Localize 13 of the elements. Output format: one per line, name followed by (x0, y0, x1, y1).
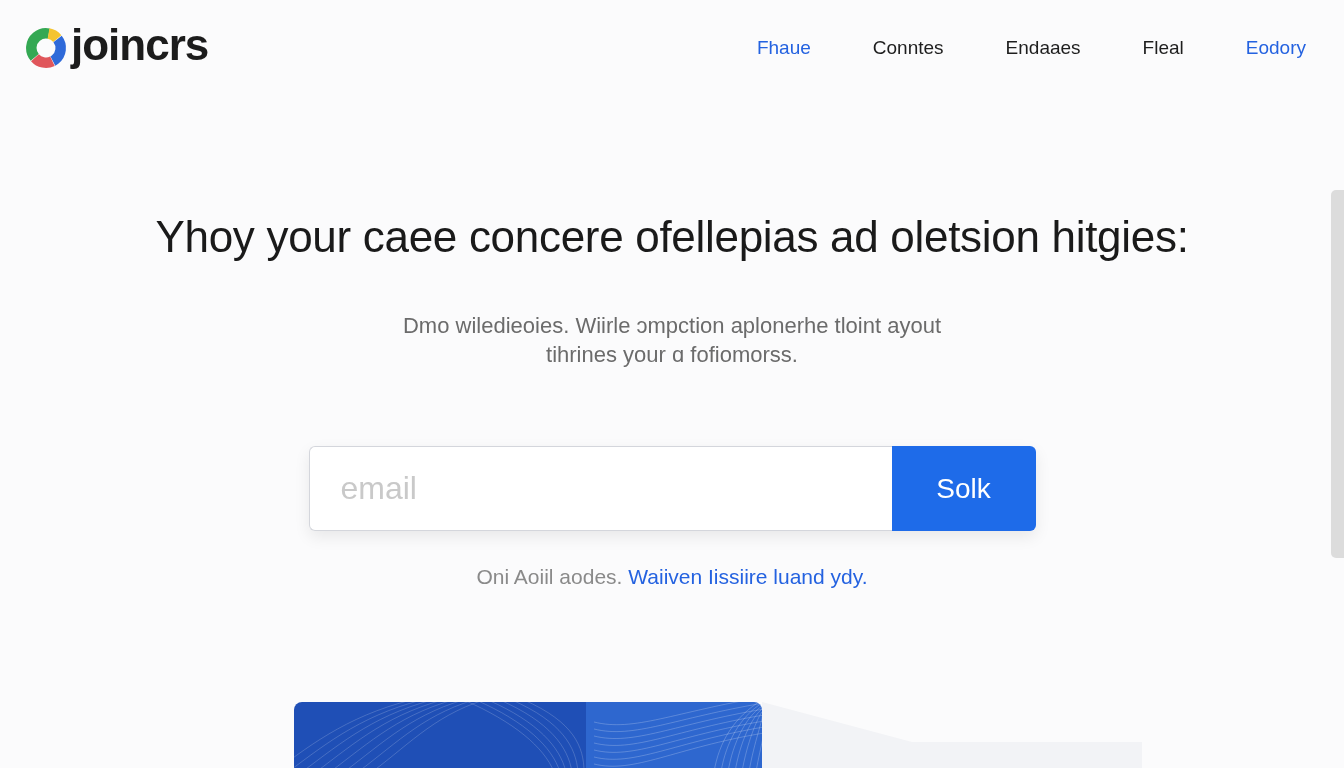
logo-ring-icon (25, 27, 67, 69)
signup-note: Oni Aoiil aodes. (476, 565, 623, 588)
nav-link[interactable]: Fhaue (756, 33, 811, 63)
nav-link[interactable]: Endaaes (1005, 33, 1081, 63)
submit-button[interactable]: Solk (891, 446, 1036, 531)
note-link[interactable]: Waiiven Iissiire luand ydy. (628, 565, 868, 588)
logo-wordmark[interactable]: joincrs (71, 20, 209, 76)
scrollbar-thumb[interactable] (1331, 190, 1344, 558)
hero-heading: Yhoy your caee concere ofellepias ad oletsion hitgies: (155, 213, 1189, 261)
nav-link[interactable]: Eodory (1245, 33, 1306, 63)
hero-subtitle: Dmo wiledieoies. Wiirle ɔmpction aplonerhe tloint ayout tihrines your ɑ fofiomorss. (402, 312, 942, 369)
nav-link[interactable]: Fleal (1142, 33, 1184, 63)
nav-link[interactable]: Conntes (872, 33, 944, 63)
